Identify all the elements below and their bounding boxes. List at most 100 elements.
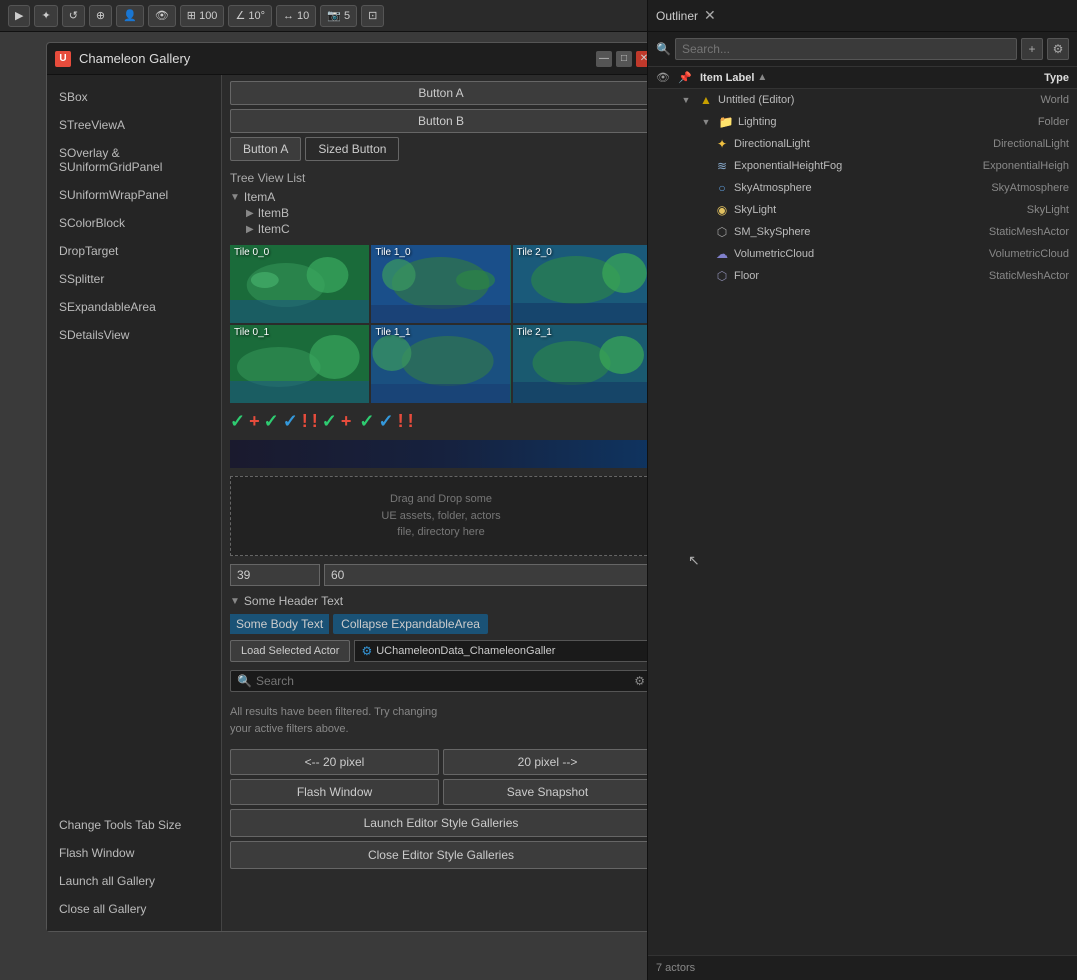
outliner-titlebar: Outliner ✕ — [648, 0, 1077, 32]
icons-row: ✓ + ✓ ✓ ! ! ✓ + ✓ ✓ ! ! — [222, 407, 660, 436]
expandable-body: Some Body Text Collapse ExpandableArea — [222, 612, 660, 636]
scale-tool-btn[interactable]: ⊕ — [89, 5, 112, 27]
check-icon-2: ✓ — [264, 411, 279, 432]
tree-arrow-c: ▶ — [246, 224, 254, 235]
tree-arrow-a: ▼ — [230, 192, 240, 203]
splitter-right-input[interactable] — [324, 564, 652, 586]
flash-window-btn[interactable]: Flash Window — [230, 779, 439, 805]
tree-item-a[interactable]: ▼ ItemA — [230, 189, 652, 205]
excl-icon-2: ! — [312, 411, 318, 432]
minimize-btn[interactable]: — — [596, 51, 612, 67]
tree-item-b-label: ItemB — [258, 206, 289, 220]
excl-icon-1: ! — [302, 411, 308, 432]
row-icon-floor: ⬡ — [714, 268, 730, 284]
outliner-status: 7 actors — [648, 955, 1077, 980]
row-icon-fog: ≋ — [714, 158, 730, 174]
save-snapshot-btn[interactable]: Save Snapshot — [443, 779, 652, 805]
outliner-panel: Outliner ✕ 🔍 + ⚙ 👁 📌 Item Label ▲ Type ▼… — [647, 0, 1077, 980]
load-actor-btn[interactable]: Load Selected Actor — [230, 640, 350, 662]
outliner-status-text: 7 actors — [656, 962, 695, 974]
sidebar-item-streeviewa[interactable]: STreeViewA — [47, 111, 221, 139]
asset-field: ⚙ UChameleonData_ChameleonGaller — [354, 640, 652, 662]
outliner-row-skyatmo[interactable]: ○ SkyAtmosphere SkyAtmosphere — [648, 177, 1077, 199]
collapse-expandable-btn[interactable]: Collapse ExpandableArea — [333, 614, 488, 634]
sidebar-item-launch-gallery[interactable]: Launch all Gallery — [47, 867, 221, 895]
splitter-left-input[interactable] — [230, 564, 320, 586]
select-tool-btn[interactable]: ▶ — [8, 5, 30, 27]
sidebar-item-scolorblock[interactable]: SColorBlock — [47, 209, 221, 237]
search-input[interactable] — [256, 674, 630, 688]
drop-target[interactable]: Drag and Drop someUE assets, folder, act… — [230, 476, 652, 556]
person-tool-btn[interactable]: 👤 — [116, 5, 144, 27]
button-b[interactable]: Button B — [230, 109, 652, 133]
sidebar-item-change-tools[interactable]: Change Tools Tab Size — [47, 811, 221, 839]
outliner-row-untitled[interactable]: ▼ ▲ Untitled (Editor) World — [648, 89, 1077, 111]
outliner-row-fog[interactable]: ≋ ExponentialHeightFog ExponentialHeigh — [648, 155, 1077, 177]
outliner-rows: ▼ ▲ Untitled (Editor) World ▼ 📁 Lighting… — [648, 89, 1077, 522]
tree-label: Tree View List — [230, 171, 652, 185]
tile-1-1[interactable]: Tile 1_1 — [371, 325, 510, 403]
body-text-row: Some Body Text Collapse ExpandableArea — [230, 614, 652, 634]
layout-btn[interactable]: ⊡ — [361, 5, 384, 27]
gallery-titlebar: U Chameleon Gallery — □ ✕ — [47, 43, 660, 75]
row-label-volcloud: VolumetricCloud — [734, 248, 949, 260]
sidebar-item-ssplitter[interactable]: SSplitter — [47, 265, 221, 293]
tile-0-1[interactable]: Tile 0_1 — [230, 325, 369, 403]
flash-snapshot-buttons: Flash Window Save Snapshot — [230, 779, 652, 805]
distance-btn[interactable]: ↔ 10 — [276, 5, 316, 27]
row-label-untitled: Untitled (Editor) — [718, 94, 949, 106]
maximize-btn[interactable]: □ — [616, 51, 632, 67]
angle-btn[interactable]: ∠ 10° — [228, 5, 272, 27]
tile-1-1-label: Tile 1_1 — [375, 327, 410, 338]
row-type-skyatmo: SkyAtmosphere — [949, 182, 1069, 194]
sidebar-item-suniformwrap[interactable]: SUniformWrapPanel — [47, 181, 221, 209]
sidebar-item-sexpandable[interactable]: SExpandableArea — [47, 293, 221, 321]
row-icon-0: ▼ — [678, 92, 694, 108]
buttons-section: Button A Button B Button A Sized Button — [222, 75, 660, 167]
gallery-window: U Chameleon Gallery — □ ✕ SBox STreeView… — [46, 42, 661, 932]
prev-pixel-btn[interactable]: <-- 20 pixel — [230, 749, 439, 775]
tile-0-0[interactable]: Tile 0_0 — [230, 245, 369, 323]
launch-editor-btn[interactable]: Launch Editor Style Galleries — [230, 809, 652, 837]
row-icon-skysphere: ⬡ — [714, 224, 730, 240]
row-icon-lighting: 📁 — [718, 114, 734, 130]
sidebar-item-droptarget[interactable]: DropTarget — [47, 237, 221, 265]
sidebar-item-close-gallery[interactable]: Close all Gallery — [47, 895, 221, 923]
sidebar-item-sbox[interactable]: SBox — [47, 83, 221, 111]
sidebar-item-sdetails[interactable]: SDetailsView — [47, 321, 221, 349]
outliner-settings-btn[interactable]: ⚙ — [1047, 38, 1069, 60]
outliner-close-btn[interactable]: ✕ — [704, 7, 716, 24]
button-a-top[interactable]: Button A — [230, 81, 652, 105]
tile-1-0[interactable]: Tile 1_0 — [371, 245, 510, 323]
sidebar-item-flash-window[interactable]: Flash Window — [47, 839, 221, 867]
sidebar-item-soverlay[interactable]: SOverlay & SUniformGridPanel — [47, 139, 221, 181]
move-tool-btn[interactable]: ✦ — [34, 5, 57, 27]
outliner-search: 🔍 + ⚙ — [648, 32, 1077, 67]
grid-btn[interactable]: ⊞ 100 — [180, 5, 225, 27]
search-settings-btn[interactable]: ⚙ — [634, 674, 645, 688]
row-icon-skylight: ◉ — [714, 202, 730, 218]
eye-tool-btn[interactable]: 👁 — [148, 5, 176, 27]
tile-2-1[interactable]: Tile 2_1 — [513, 325, 652, 403]
col-eye: 👁 — [656, 71, 674, 84]
outliner-row-skylight[interactable]: ◉ SkyLight SkyLight — [648, 199, 1077, 221]
outliner-row-skysphere[interactable]: ⬡ SM_SkySphere StaticMeshActor — [648, 221, 1077, 243]
outliner-search-input[interactable] — [675, 38, 1017, 60]
tile-2-0[interactable]: Tile 2_0 — [513, 245, 652, 323]
expandable-header[interactable]: ▼ Some Header Text — [222, 590, 660, 612]
outliner-row-volcloud[interactable]: ☁ VolumetricCloud VolumetricCloud — [648, 243, 1077, 265]
close-editor-btn[interactable]: Close Editor Style Galleries — [230, 841, 652, 869]
excl-icon-4: ! — [408, 411, 414, 432]
outliner-add-btn[interactable]: + — [1021, 38, 1043, 60]
outliner-row-lighting[interactable]: ▼ 📁 Lighting Folder — [648, 111, 1077, 133]
button-a-bottom[interactable]: Button A — [230, 137, 301, 161]
next-pixel-btn[interactable]: 20 pixel --> — [443, 749, 652, 775]
outliner-row-dirlight[interactable]: ✦ DirectionalLight DirectionalLight — [648, 133, 1077, 155]
outliner-row-floor[interactable]: ⬡ Floor StaticMeshActor — [648, 265, 1077, 287]
row-type-untitled: World — [949, 94, 1069, 106]
sized-button[interactable]: Sized Button — [305, 137, 399, 161]
camera-btn[interactable]: 📷 5 — [320, 5, 357, 27]
rotate-tool-btn[interactable]: ↺ — [62, 5, 85, 27]
tree-item-b[interactable]: ▶ ItemB — [246, 205, 652, 221]
tree-item-c[interactable]: ▶ ItemC — [246, 221, 652, 237]
